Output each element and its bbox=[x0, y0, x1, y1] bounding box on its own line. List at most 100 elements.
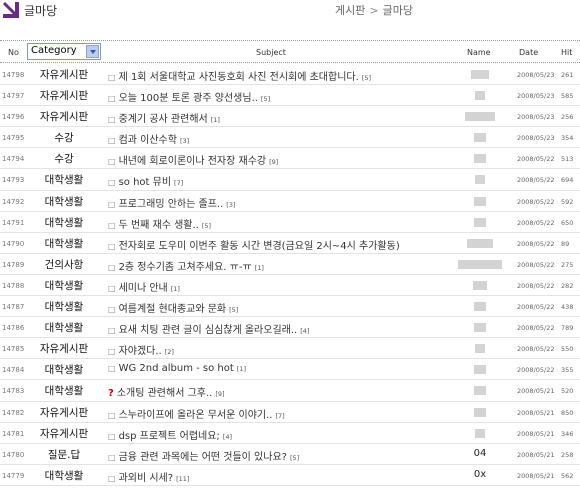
post-author[interactable] bbox=[455, 195, 505, 207]
post-author[interactable] bbox=[455, 110, 505, 122]
post-date: 2008/05/22 bbox=[517, 260, 555, 269]
post-subject[interactable]: □ dsp 프로젝트 어렵네요; [4] bbox=[108, 427, 458, 442]
table-row[interactable]: 14781 자유게시판 □ dsp 프로젝트 어렵네요; [4] 2008/05/21 34… bbox=[0, 423, 580, 444]
table-row[interactable]: 14787 대학생활 □ 여름계절 현대종교와 문화 [5] 2008/05/22 438 bbox=[0, 296, 580, 318]
post-title-link[interactable]: 두 번째 재수 생활.. bbox=[119, 220, 199, 231]
post-category: 자유게시판 bbox=[39, 343, 89, 356]
post-date: 2008/05/21 bbox=[517, 429, 555, 438]
post-author[interactable] bbox=[455, 300, 505, 312]
table-row[interactable]: 14783 대학생활? 소개팅 관련해서 그후.. [9] 2008/05/21 520 bbox=[0, 380, 580, 402]
post-author[interactable] bbox=[455, 363, 505, 375]
post-title-link[interactable]: 자야겠다.. bbox=[119, 346, 162, 357]
post-author[interactable] bbox=[455, 173, 505, 185]
post-title-link[interactable]: 과외비 시세? bbox=[119, 473, 174, 484]
post-number: 14780 bbox=[2, 450, 25, 459]
post-subject[interactable]: □ 과외비 시세? [11] bbox=[108, 469, 458, 484]
post-subject[interactable]: □ 두 번째 재수 생활.. [5] bbox=[108, 216, 458, 231]
comment-count: [5] bbox=[201, 221, 212, 230]
post-author[interactable] bbox=[455, 279, 505, 291]
table-row[interactable]: 14782 자유게시판 □ 스누라이프에 올라온 무서운 이야기.. [7] 2008/0… bbox=[0, 402, 580, 423]
post-author[interactable] bbox=[455, 427, 505, 439]
post-category: 대학생활 bbox=[44, 301, 84, 314]
post-hits: 354 bbox=[561, 134, 574, 143]
post-author[interactable]: 0x bbox=[455, 469, 505, 480]
post-subject[interactable]: □ 요새 치팅 관련 글이 심심찮게 올라오길래.. [4] bbox=[108, 321, 458, 336]
table-row[interactable]: 14793 대학생활 □ so hot 뮤비 [7] 2008/05/22 694 bbox=[0, 169, 580, 191]
post-subject[interactable]: □ 중계기 공사 관련해서 [1] bbox=[108, 110, 458, 125]
post-subject[interactable]: ? 소개팅 관련해서 그후.. [9] bbox=[108, 384, 458, 399]
category-select[interactable]: Category bbox=[27, 43, 101, 60]
post-author[interactable] bbox=[455, 89, 505, 101]
site-title[interactable]: 글마당 bbox=[24, 2, 57, 19]
post-author[interactable] bbox=[455, 406, 505, 418]
post-title-link[interactable]: 제 1회 서울대학교 사진동호회 사진 전시회에 초대합니다. bbox=[119, 72, 359, 83]
post-author[interactable] bbox=[455, 131, 505, 143]
post-title-link[interactable]: 세미나 안내 bbox=[119, 283, 168, 294]
post-subject[interactable]: □ 전자회로 도우미 이번주 활동 시간 변경(금요일 2시~4시 추가활동) bbox=[108, 237, 458, 252]
post-author[interactable] bbox=[455, 321, 505, 333]
post-subject[interactable]: □ 스누라이프에 올라온 무서운 이야기.. [7] bbox=[108, 406, 458, 421]
post-subject[interactable]: □ 세미나 안내 [1] bbox=[108, 279, 458, 294]
table-row[interactable]: 14785 자유게시판 □ 자야겠다.. [2] 2008/05/22 550 bbox=[0, 338, 580, 360]
comment-count: [4] bbox=[222, 432, 233, 441]
post-author[interactable]: 04 bbox=[455, 448, 505, 459]
post-author[interactable] bbox=[455, 237, 505, 249]
post-title-link[interactable]: 중계기 공사 관련해서 bbox=[119, 114, 208, 125]
post-title-link[interactable]: 여름계절 현대종교와 문화 bbox=[119, 304, 227, 315]
table-row[interactable]: 14779 대학생활 □ 과외비 시세? [11] 0x 2008/05/21 562 bbox=[0, 465, 580, 486]
post-subject[interactable]: □ 자야겠다.. [2] bbox=[108, 342, 458, 357]
author-name-blurred bbox=[458, 259, 502, 269]
divider bbox=[0, 40, 580, 41]
post-title-link[interactable]: so hot 뮤비 bbox=[119, 177, 171, 188]
table-row[interactable]: 14795 수강 □ 컴과 이산수학 [3] 2008/05/23 354 bbox=[0, 127, 580, 149]
post-author[interactable] bbox=[455, 384, 505, 396]
post-subject[interactable]: □ 프로그래밍 안하는 졸프.. [3] bbox=[108, 195, 458, 210]
post-number: 14779 bbox=[2, 471, 25, 480]
bullet-icon: □ bbox=[108, 410, 116, 420]
table-row[interactable]: 14792 대학생활 □ 프로그래밍 안하는 졸프.. [3] 2008/05/22 592 bbox=[0, 191, 580, 212]
breadcrumb-board[interactable]: 게시판 bbox=[335, 4, 365, 17]
post-subject[interactable]: □ 내년에 회로이론이나 전자장 재수강 [9] bbox=[108, 152, 458, 167]
bullet-icon: □ bbox=[108, 473, 116, 483]
post-subject[interactable]: □ WG 2nd album - so hot [1] bbox=[108, 363, 458, 374]
post-subject[interactable]: □ 여름계절 현대종교와 문화 [5] bbox=[108, 300, 458, 315]
post-title-link[interactable]: 프로그래밍 안하는 졸프.. bbox=[119, 199, 224, 210]
post-author[interactable] bbox=[455, 342, 505, 354]
post-title-link[interactable]: 요새 치팅 관련 글이 심심찮게 올라오길래.. bbox=[119, 325, 298, 336]
post-author[interactable] bbox=[455, 258, 505, 270]
post-title-link[interactable]: dsp 프로젝트 어렵네요; bbox=[119, 431, 220, 442]
table-row[interactable]: 14794 수강 □ 내년에 회로이론이나 전자장 재수강 [9] 2008/05/22 5… bbox=[0, 148, 580, 170]
post-category: 자유게시판 bbox=[39, 406, 89, 419]
post-category: 자유게시판 bbox=[39, 427, 89, 440]
post-subject[interactable]: □ 오늘 100분 토론 광주 양선생님.. [5] bbox=[108, 89, 458, 104]
post-title-link[interactable]: 오늘 100분 토론 광주 양선생님.. bbox=[119, 93, 258, 104]
post-subject[interactable]: □ 2층 정수기좀 고쳐주세요. ㅠ-ㅠ [1] bbox=[108, 258, 458, 273]
table-row[interactable]: 14780 질문.답 □ 금융 관련 과목에는 어떤 것들이 있나요? [5] 04 200… bbox=[0, 444, 580, 465]
post-title-link[interactable]: 2층 정수기좀 고쳐주세요. ㅠ-ㅠ bbox=[119, 262, 252, 273]
post-title-link[interactable]: 스누라이프에 올라온 무서운 이야기.. bbox=[119, 410, 273, 421]
post-title-link[interactable]: 내년에 회로이론이나 전자장 재수강 bbox=[119, 156, 267, 167]
post-title-link[interactable]: 금융 관련 과목에는 어떤 것들이 있나요? bbox=[119, 452, 287, 463]
table-row[interactable]: 14791 대학생활 □ 두 번째 재수 생활.. [5] 2008/05/22 650 bbox=[0, 212, 580, 233]
post-author[interactable] bbox=[455, 152, 505, 164]
post-subject[interactable]: □ 컴과 이산수학 [3] bbox=[108, 131, 458, 146]
divider bbox=[0, 62, 580, 63]
table-row[interactable]: 14797 자유게시판 □ 오늘 100분 토론 광주 양선생님.. [5] 2008/0… bbox=[0, 85, 580, 107]
post-title-link[interactable]: WG 2nd album - so hot bbox=[119, 363, 234, 374]
post-title-link[interactable]: 컴과 이산수학 bbox=[119, 135, 177, 146]
post-subject[interactable]: □ 제 1회 서울대학교 사진동호회 사진 전시회에 초대합니다. [5] bbox=[108, 68, 458, 83]
post-subject[interactable]: □ 금융 관련 과목에는 어떤 것들이 있나요? [5] bbox=[108, 448, 458, 463]
post-title-link[interactable]: 전자회로 도우미 이번주 활동 시간 변경(금요일 2시~4시 추가활동) bbox=[119, 241, 400, 252]
table-row[interactable]: 14798 자유게시판 □ 제 1회 서울대학교 사진동호회 사진 전시회에 초대합니… bbox=[0, 64, 580, 86]
table-row[interactable]: 14789 건의사항 □ 2층 정수기좀 고쳐주세요. ㅠ-ㅠ [1] 2008/05/2… bbox=[0, 254, 580, 275]
table-row[interactable]: 14788 대학생활 □ 세미나 안내 [1] 2008/05/22 282 bbox=[0, 275, 580, 297]
post-author[interactable] bbox=[455, 216, 505, 228]
table-row[interactable]: 14796 자유게시판 □ 중계기 공사 관련해서 [1] 2008/05/23 256 bbox=[0, 106, 580, 128]
chevron-down-icon[interactable] bbox=[86, 45, 99, 58]
post-title-link[interactable]: 소개팅 관련해서 그후.. bbox=[117, 388, 213, 399]
table-row[interactable]: 14784 대학생활 □ WG 2nd album - so hot [1] 2008/0… bbox=[0, 359, 580, 381]
post-subject[interactable]: □ so hot 뮤비 [7] bbox=[108, 173, 458, 188]
post-author[interactable] bbox=[455, 68, 505, 80]
table-row[interactable]: 14786 대학생활 □ 요새 치팅 관련 글이 심심찮게 올라오길래.. [4] 200… bbox=[0, 317, 580, 339]
table-row[interactable]: 14790 대학생활 □ 전자회로 도우미 이번주 활동 시간 변경(금요일 2시~4… bbox=[0, 233, 580, 254]
